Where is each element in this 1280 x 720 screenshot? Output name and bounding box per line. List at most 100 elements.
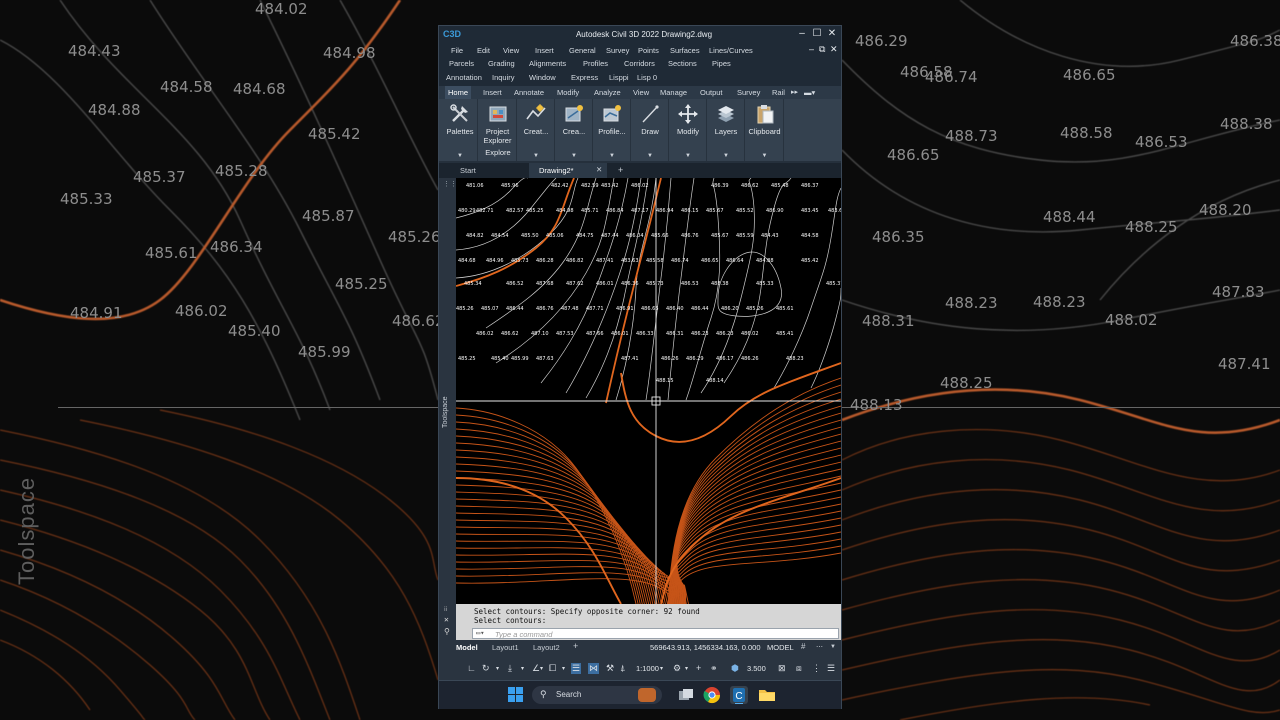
clean-screen-icon[interactable]: ⧈ [796, 663, 802, 674]
menu-lisppi[interactable]: Lisppi [609, 73, 629, 82]
ortho-icon[interactable]: ∟ [467, 663, 476, 673]
command-input[interactable]: ▭▾ Type a command [472, 628, 839, 639]
layers-button[interactable]: Layers ▼ [708, 99, 745, 161]
chevron-down-icon[interactable]: ▾ [496, 665, 499, 672]
lineweight-icon[interactable]: ☰ [571, 663, 582, 674]
new-tab-icon[interactable]: + [618, 165, 623, 175]
tab-rail[interactable]: Rail [772, 88, 785, 97]
chevron-down-icon[interactable]: ▼ [556, 153, 592, 159]
task-view-icon[interactable] [677, 686, 695, 704]
tab-annotate[interactable]: Annotate [514, 88, 544, 97]
tab-layout1[interactable]: Layout1 [492, 643, 519, 652]
chevron-down-icon[interactable]: ▼ [632, 153, 668, 159]
drawing-viewport[interactable]: 481.06 485.96 482.42 482.59 483.42 486.02 486.… [456, 178, 841, 604]
chevron-down-icon[interactable]: ▼ [708, 153, 744, 159]
coordinate-readout[interactable]: 569643.913, 1456334.163, 0.000 [650, 643, 761, 652]
tab-modify[interactable]: Modify [557, 88, 579, 97]
grip-icon[interactable]: ⋮⋮ [443, 180, 457, 188]
palettes-button[interactable]: Palettes ▼ [443, 99, 478, 161]
tab-survey[interactable]: Survey [737, 88, 760, 97]
chevron-down-icon[interactable]: ▾ [685, 665, 688, 672]
object-snap-icon[interactable]: ⧠ [549, 663, 556, 674]
chevron-down-icon[interactable]: ▼ [518, 153, 554, 159]
menu-parcels[interactable]: Parcels [449, 59, 474, 68]
tab-home[interactable]: Home [445, 86, 472, 99]
hardware-acceleration-icon[interactable]: ⚭ [710, 663, 718, 674]
menu-survey[interactable]: Survey [606, 46, 629, 55]
taskbar-search[interactable]: ⚲ Search [532, 686, 662, 704]
menu-view[interactable]: View [503, 46, 519, 55]
menu-corridors[interactable]: Corridors [624, 59, 655, 68]
close-icon[interactable]: ✕ [444, 615, 449, 624]
chevron-down-icon[interactable]: ▼ [594, 153, 630, 159]
minimize-button[interactable]: – [795, 27, 809, 41]
tab-output[interactable]: Output [700, 88, 723, 97]
chevron-down-icon[interactable]: ▾ [540, 665, 543, 672]
chevron-down-icon[interactable]: ▾ [521, 665, 524, 672]
chevron-down-icon[interactable]: ▼ [443, 153, 477, 159]
profile-section-views-button[interactable]: Profile... ▼ [594, 99, 631, 161]
menu-window[interactable]: Window [529, 73, 556, 82]
clipboard-button[interactable]: Clipboard ▼ [746, 99, 784, 161]
file-explorer-icon[interactable] [758, 686, 776, 704]
annotation-monitor-icon[interactable]: ⋈ [588, 663, 599, 674]
create-design-button[interactable]: Crea... ▼ [556, 99, 593, 161]
customize-icon[interactable]: ⚲ [444, 627, 450, 636]
menu-pipes[interactable]: Pipes [712, 59, 731, 68]
tab-model[interactable]: Model [456, 643, 478, 652]
grid-icon[interactable]: ⋮ [812, 663, 821, 674]
menu-general[interactable]: General [569, 46, 596, 55]
annotation-visibility-icon[interactable]: ⍋ [620, 663, 625, 674]
maximize-button[interactable]: ☐ [810, 27, 824, 41]
menu-icon[interactable]: ☰ [827, 663, 835, 674]
menu-edit[interactable]: Edit [477, 46, 490, 55]
tab-manage[interactable]: Manage [660, 88, 687, 97]
chevron-down-icon[interactable]: ▾ [660, 665, 663, 672]
civil3d-taskbar-icon[interactable]: C [730, 686, 748, 704]
chevron-down-icon[interactable]: ▼ [670, 153, 706, 159]
more-tabs-icon[interactable]: ▸▸ [791, 88, 798, 96]
menu-file[interactable]: File [451, 46, 463, 55]
close-button[interactable]: ✕ [825, 27, 839, 41]
isolate-objects-icon[interactable]: ⊠ [778, 663, 786, 674]
chevron-down-icon[interactable]: ▾ [562, 665, 565, 672]
chevron-down-icon[interactable]: ▼ [746, 153, 783, 159]
doc-close-button[interactable]: ✕ [830, 44, 838, 55]
chevron-down-icon[interactable]: ▼ [830, 644, 836, 650]
polar-icon[interactable]: ↻ [482, 663, 490, 674]
annotation-scale-value[interactable]: 3.500 [747, 664, 766, 673]
add-icon[interactable]: + [696, 663, 701, 673]
tab-analyze[interactable]: Analyze [594, 88, 621, 97]
menu-annotation[interactable]: Annotation [446, 73, 482, 82]
menu-insert[interactable]: Insert [535, 46, 554, 55]
doc-restore-button[interactable]: ⧉ [819, 44, 825, 55]
command-grip[interactable]: ⁞⁞ ✕ ⚲ [439, 604, 456, 640]
windows-start-icon[interactable] [508, 687, 523, 702]
menu-sections[interactable]: Sections [668, 59, 697, 68]
menu-express[interactable]: Express [571, 73, 598, 82]
command-prompt-icon[interactable]: ▭▾ [476, 629, 484, 637]
snap-icon[interactable]: ⋯ [816, 643, 823, 651]
toolspace-strip[interactable]: ⋮⋮ Toolspace [439, 178, 457, 640]
menu-profiles[interactable]: Profiles [583, 59, 608, 68]
menu-grading[interactable]: Grading [488, 59, 515, 68]
menu-alignments[interactable]: Alignments [529, 59, 566, 68]
tab-insert[interactable]: Insert [483, 88, 502, 97]
doc-minimize-button[interactable]: – [809, 44, 814, 54]
selection-cycling-icon[interactable]: ⚒ [606, 663, 614, 674]
tab-view[interactable]: View [633, 88, 649, 97]
close-tab-icon[interactable]: ✕ [596, 165, 602, 174]
osnap-tracking-icon[interactable]: ∠ [532, 663, 540, 674]
menu-lisp0[interactable]: Lisp 0 [637, 73, 657, 82]
grid-icon[interactable]: # [801, 642, 805, 651]
menu-points[interactable]: Points [638, 46, 659, 55]
annotation-scale-icon[interactable]: ⬢ [731, 663, 739, 674]
ribbon-options-icon[interactable]: ▬▾ [804, 88, 815, 97]
create-ground-data-button[interactable]: Creat... ▼ [518, 99, 555, 161]
draw-button[interactable]: Draw ▼ [632, 99, 669, 161]
add-layout-icon[interactable]: + [573, 641, 578, 651]
tab-layout2[interactable]: Layout2 [533, 643, 560, 652]
gear-icon[interactable]: ⚙ [673, 663, 681, 674]
chrome-icon[interactable] [703, 686, 721, 704]
menu-lines-curves[interactable]: Lines/Curves [709, 46, 753, 55]
